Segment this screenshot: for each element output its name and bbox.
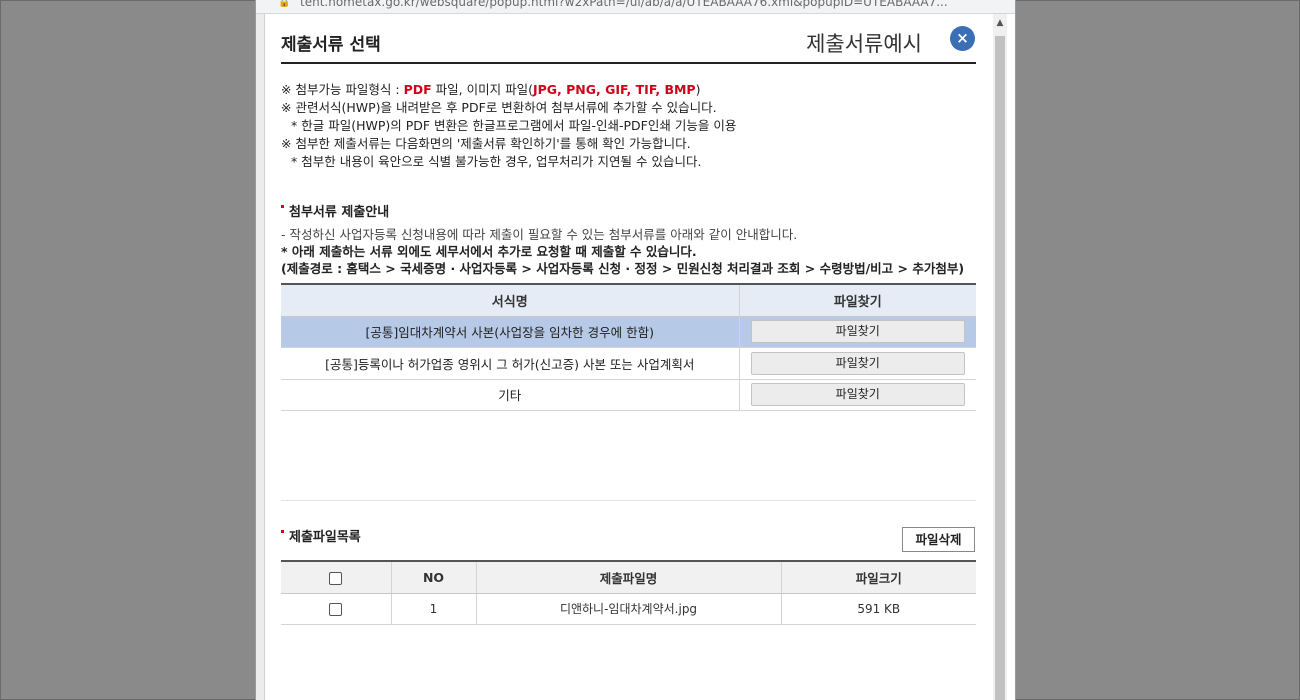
file-list-title: 제출파일목록 — [281, 526, 361, 545]
table-row[interactable]: [공통]등록이나 허가업종 영위시 그 허가(신고증) 사본 또는 사업계획서 … — [281, 347, 976, 380]
section-divider — [281, 500, 976, 501]
popup-window: 🔒 tent.hometax.go.kr/websquare/popup.htm… — [255, 0, 1016, 700]
guide-line-2: * 아래 제출하는 서류 외에도 세무서에서 추가로 요청할 때 제출할 수 있… — [281, 244, 697, 259]
popup-content: 제출서류 선택 제출서류예시 × ※ 첨부가능 파일형식 : PDF 파일, 이… — [281, 14, 976, 411]
col-form-name: 서식명 — [281, 284, 739, 317]
left-edge — [256, 14, 265, 700]
file-list-header: 제출파일목록 파일삭제 — [281, 526, 976, 552]
document-table-header: 서식명 파일찾기 — [281, 284, 976, 317]
notice-line-2: ※ 관련서식(HWP)을 내려받은 후 PDF로 변환하여 첨부서류에 추가할 … — [281, 100, 717, 115]
example-title: 제출서류예시 — [806, 32, 922, 56]
file-list-table-header: NO 제출파일명 파일크기 — [281, 561, 976, 594]
select-all-checkbox[interactable] — [329, 571, 343, 585]
file-list-table: NO 제출파일명 파일크기 1 디앤하니-임대차계약서.jpg 591 KB — [281, 560, 976, 625]
lock-icon: 🔒 — [278, 0, 291, 8]
form-name: 기타 — [281, 379, 739, 411]
popup-header: 제출서류 선택 제출서류예시 × — [281, 14, 976, 64]
col-file-find: 파일찾기 — [738, 284, 976, 317]
file-no: 1 — [390, 593, 476, 625]
guide-line-1: - 작성하신 사업자등록 신청내용에 따라 제출이 필요할 수 있는 첨부서류를… — [281, 227, 798, 242]
row-checkbox[interactable] — [329, 602, 343, 616]
delete-file-button[interactable]: 파일삭제 — [902, 527, 975, 552]
table-row[interactable]: 1 디앤하니-임대차계약서.jpg 591 KB — [281, 593, 976, 625]
file-size: 591 KB — [780, 593, 976, 625]
guide-section-title: 첨부서류 제출안내 — [281, 201, 976, 220]
document-table: 서식명 파일찾기 [공통]임대차계약서 사본(사업장을 임차한 경우에 한함) … — [281, 283, 976, 411]
col-filesize: 파일크기 — [780, 561, 976, 594]
notice-line-3: * 한글 파일(HWP)의 PDF 변환은 한글프로그램에서 파일-인쇄-PDF… — [291, 118, 737, 133]
guide-line-3: (제출경로 : 홈택스 > 국세증명 · 사업자등록 > 사업자등록 신청 · … — [281, 261, 965, 276]
file-name: 디앤하니-임대차계약서.jpg — [475, 593, 781, 625]
guide-text: - 작성하신 사업자등록 신청내용에 따라 제출이 필요할 수 있는 첨부서류를… — [281, 226, 976, 277]
table-row[interactable]: [공통]임대차계약서 사본(사업장을 임차한 경우에 한함) 파일찾기 — [281, 316, 976, 348]
file-find-button[interactable]: 파일찾기 — [750, 383, 965, 407]
close-button[interactable]: × — [950, 26, 975, 51]
notice-line-1: ※ 첨부가능 파일형식 : PDF 파일, 이미지 파일(JPG, PNG, G… — [281, 82, 701, 97]
col-no: NO — [390, 561, 476, 594]
file-find-button[interactable]: 파일찾기 — [750, 351, 965, 375]
page-title: 제출서류 선택 — [281, 35, 381, 55]
col-filename: 제출파일명 — [475, 561, 781, 594]
scrollbar[interactable]: ▲ — [993, 14, 1007, 700]
url-text: tent.hometax.go.kr/websquare/popup.html?… — [300, 0, 948, 9]
scroll-up-icon[interactable]: ▲ — [993, 18, 1007, 28]
notice-line-5: * 첨부한 내용이 육안으로 식별 불가능한 경우, 업무처리가 지연될 수 있… — [291, 154, 702, 169]
table-row[interactable]: 기타 파일찾기 — [281, 379, 976, 411]
file-find-button[interactable]: 파일찾기 — [750, 320, 965, 344]
scroll-thumb[interactable] — [995, 36, 1005, 700]
notices: ※ 첨부가능 파일형식 : PDF 파일, 이미지 파일(JPG, PNG, G… — [281, 81, 976, 171]
form-name: [공통]임대차계약서 사본(사업장을 임차한 경우에 한함) — [281, 316, 739, 348]
url-bar[interactable]: 🔒 tent.hometax.go.kr/websquare/popup.htm… — [256, 0, 1015, 14]
form-name: [공통]등록이나 허가업종 영위시 그 허가(신고증) 사본 또는 사업계획서 — [281, 347, 739, 380]
notice-line-4: ※ 첨부한 제출서류는 다음화면의 '제출서류 확인하기'를 통해 확인 가능합… — [281, 136, 691, 151]
